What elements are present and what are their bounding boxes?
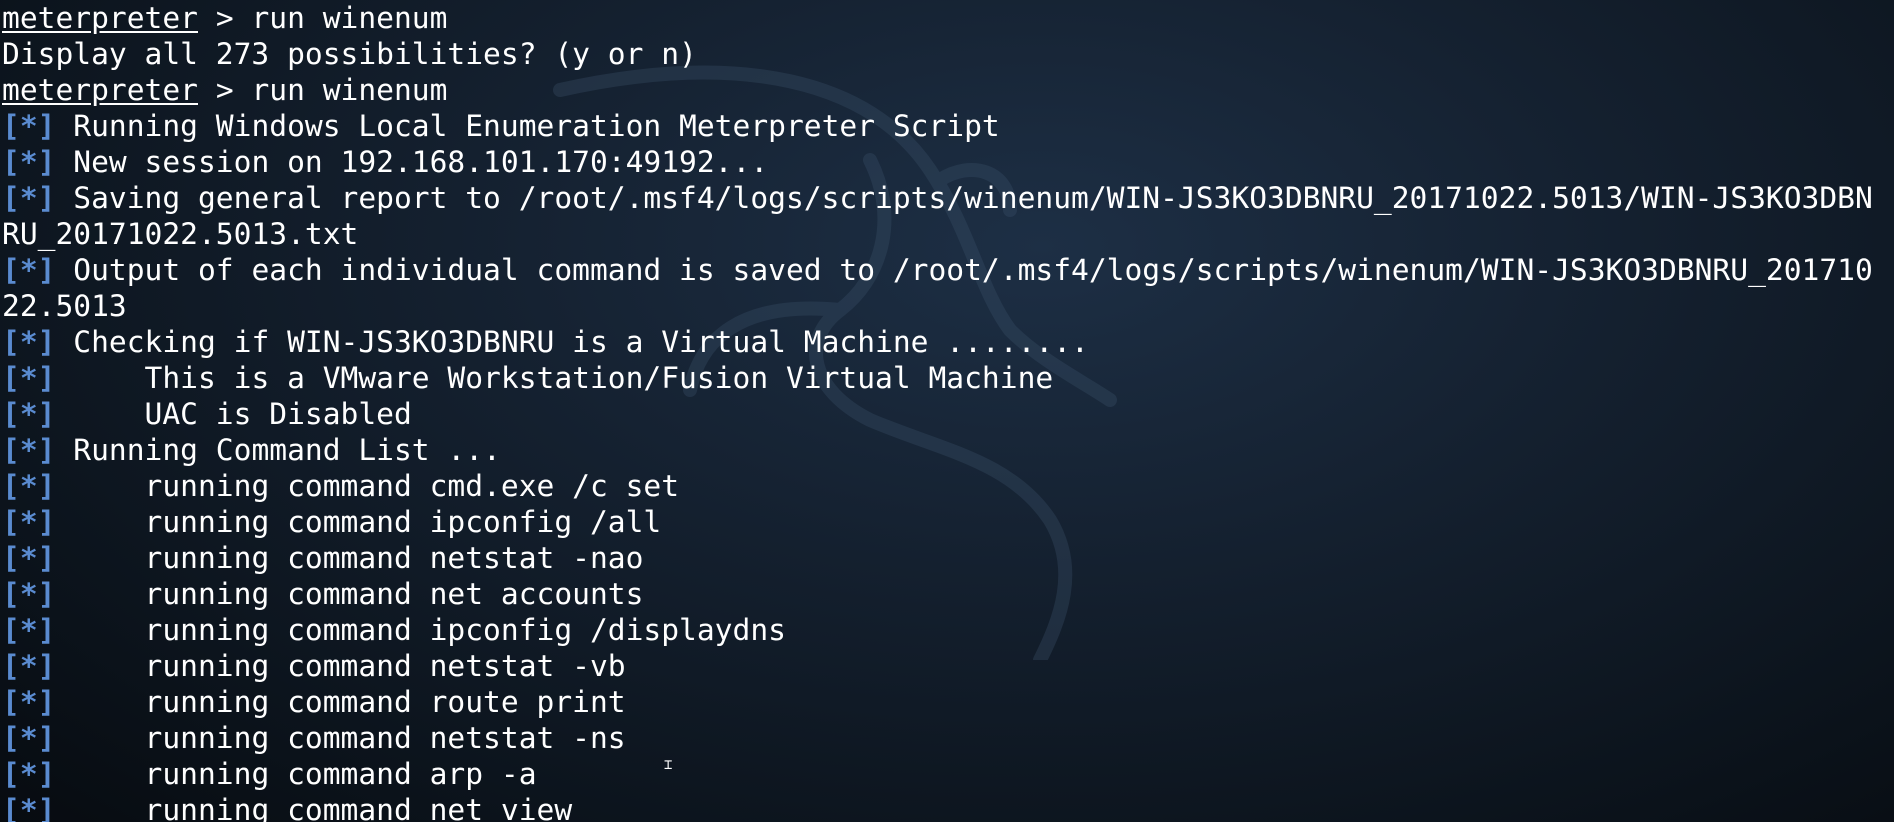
line-text: Saving general report to /root/.msf4/log… <box>55 181 1873 215</box>
line-text: running command cmd.exe /c set <box>55 469 680 503</box>
line-text: running command ipconfig /displaydns <box>55 613 786 647</box>
line-text: running command netstat -ns <box>55 721 626 755</box>
terminal-line: [*] Running Windows Local Enumeration Me… <box>2 108 1890 144</box>
terminal-line: [*] New session on 192.168.101.170:49192… <box>2 144 1890 180</box>
terminal-line: [*] running command cmd.exe /c set <box>2 468 1890 504</box>
terminal-line: Display all 273 possibilities? (y or n) <box>2 36 1890 72</box>
info-tag: [*] <box>2 253 56 287</box>
terminal-output[interactable]: meterpreter > run winenum Display all 273… <box>2 0 1890 822</box>
info-tag: [*] <box>2 109 56 143</box>
info-tag: [*] <box>2 361 56 395</box>
line-text: running command netstat -nao <box>55 541 644 575</box>
terminal-line: meterpreter > run winenum <box>2 72 1890 108</box>
info-tag: [*] <box>2 505 56 539</box>
text-cursor-icon: ⌶ <box>664 757 673 773</box>
line-text: RU_20171022.5013.txt <box>2 217 359 251</box>
info-tag: [*] <box>2 325 56 359</box>
line-text: 22.5013 <box>2 289 127 323</box>
terminal-line: [*] Saving general report to /root/.msf4… <box>2 180 1890 216</box>
meterpreter-prompt: meterpreter <box>2 73 198 107</box>
info-tag: [*] <box>2 721 56 755</box>
line-text: > run winenum <box>198 73 448 107</box>
info-tag: [*] <box>2 757 56 791</box>
line-text: Output of each individual command is sav… <box>55 253 1873 287</box>
terminal-line: [*] running command route print <box>2 684 1890 720</box>
line-text: Checking if WIN-JS3KO3DBNRU is a Virtual… <box>55 325 1089 359</box>
terminal-line: [*] UAC is Disabled <box>2 396 1890 432</box>
info-tag: [*] <box>2 541 56 575</box>
info-tag: [*] <box>2 685 56 719</box>
line-text: running command net accounts <box>55 577 644 611</box>
terminal-line: [*] Output of each individual command is… <box>2 252 1890 288</box>
terminal-line: [*] running command ipconfig /displaydns <box>2 612 1890 648</box>
terminal-line: [*] running command netstat -ns <box>2 720 1890 756</box>
info-tag: [*] <box>2 145 56 179</box>
line-text: UAC is Disabled <box>55 397 412 431</box>
line-text: Running Command List ... <box>55 433 501 467</box>
info-tag: [*] <box>2 181 56 215</box>
info-tag: [*] <box>2 793 56 822</box>
terminal-line: [*] running command net accounts <box>2 576 1890 612</box>
terminal-line: [*] running command arp -a <box>2 756 1890 792</box>
info-tag: [*] <box>2 469 56 503</box>
line-text: Display all 273 possibilities? (y or n) <box>2 37 697 71</box>
line-text: New session on 192.168.101.170:49192... <box>55 145 769 179</box>
meterpreter-prompt: meterpreter <box>2 1 198 35</box>
terminal-line: meterpreter > run winenum <box>2 0 1890 36</box>
terminal-line: [*] Checking if WIN-JS3KO3DBNRU is a Vir… <box>2 324 1890 360</box>
line-text: Running Windows Local Enumeration Meterp… <box>55 109 1000 143</box>
line-text: running command ipconfig /all <box>55 505 662 539</box>
terminal-line: [*] running command netstat -vb <box>2 648 1890 684</box>
line-text: running command net view <box>55 793 573 822</box>
terminal-line: RU_20171022.5013.txt <box>2 216 1890 252</box>
terminal-line: [*] This is a VMware Workstation/Fusion … <box>2 360 1890 396</box>
terminal-line: [*] running command ipconfig /all <box>2 504 1890 540</box>
info-tag: [*] <box>2 649 56 683</box>
info-tag: [*] <box>2 577 56 611</box>
line-text: > run winenum <box>198 1 448 35</box>
terminal-line: [*] running command netstat -nao <box>2 540 1890 576</box>
terminal-line: [*] running command net view <box>2 792 1890 822</box>
terminal-line: 22.5013 <box>2 288 1890 324</box>
info-tag: [*] <box>2 433 56 467</box>
line-text: This is a VMware Workstation/Fusion Virt… <box>55 361 1054 395</box>
info-tag: [*] <box>2 397 56 431</box>
line-text: running command netstat -vb <box>55 649 626 683</box>
line-text: running command route print <box>55 685 626 719</box>
terminal-line: [*] Running Command List ... <box>2 432 1890 468</box>
line-text: running command arp -a <box>55 757 537 791</box>
info-tag: [*] <box>2 613 56 647</box>
